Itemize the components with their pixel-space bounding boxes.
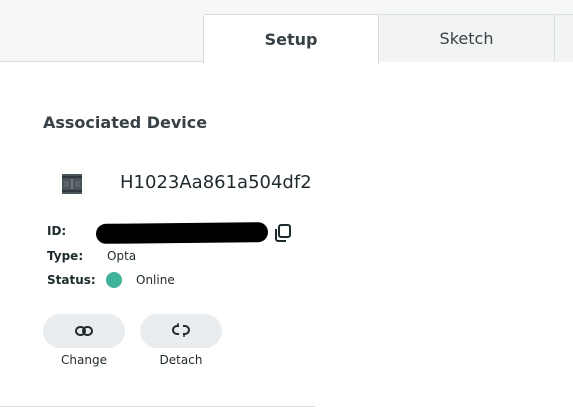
tab-sketch[interactable]: Sketch: [378, 14, 555, 62]
status-label: Status:: [47, 273, 96, 287]
type-label: Type:: [47, 249, 84, 263]
id-label: ID:: [47, 224, 67, 238]
device-id-redacted: [95, 222, 269, 244]
tab-setup[interactable]: Setup: [203, 14, 379, 64]
type-value: Opta: [107, 249, 137, 263]
tabs-bar: Setup Sketch: [0, 0, 573, 64]
status-value: Online: [136, 273, 175, 287]
device-name: H1023Aa861a504df2: [120, 172, 312, 193]
board-icon: [61, 173, 83, 195]
status-indicator: [106, 272, 122, 288]
link-icon: [75, 322, 93, 341]
tab-overflow[interactable]: [554, 14, 573, 62]
detach-label: Detach: [159, 353, 203, 367]
unlink-icon: [172, 322, 190, 341]
section-title: Associated Device: [43, 113, 208, 132]
bottom-divider: [0, 406, 315, 407]
copy-icon[interactable]: [273, 223, 293, 243]
device-setup-page: Setup Sketch Associated Device H1023Aa86…: [0, 0, 573, 418]
change-label: Change: [61, 353, 107, 367]
change-button[interactable]: [43, 314, 125, 348]
detach-button[interactable]: [140, 314, 222, 348]
tab-setup-label: Setup: [264, 30, 318, 49]
tab-sketch-label: Sketch: [439, 29, 494, 48]
